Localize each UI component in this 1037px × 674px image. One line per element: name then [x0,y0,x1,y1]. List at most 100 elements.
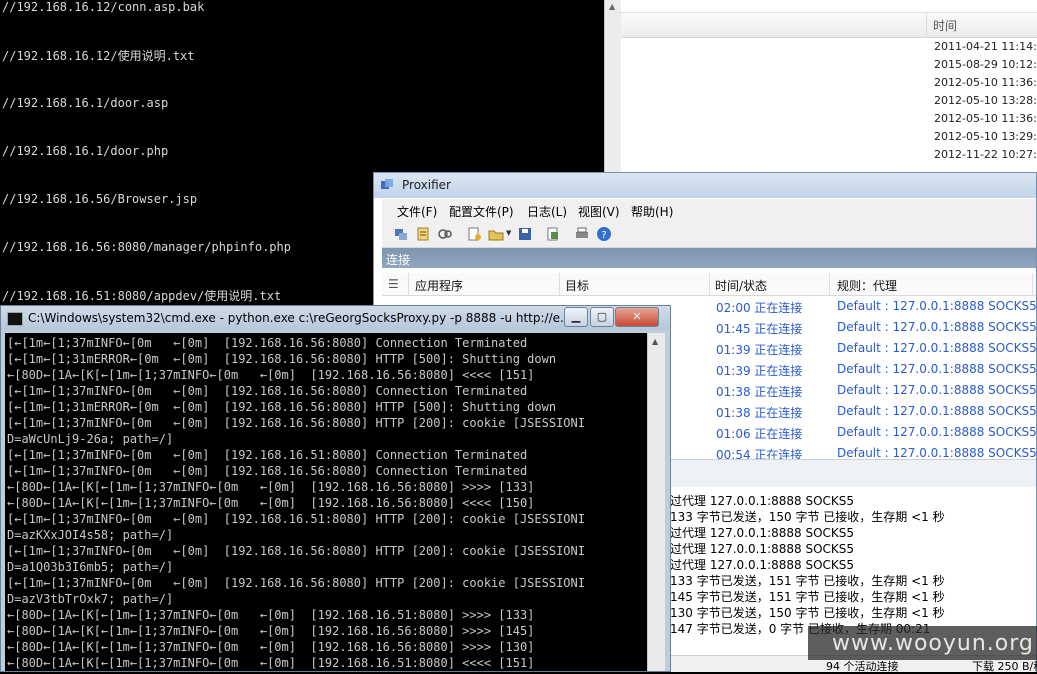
log-line: 关闭，145 字节已发送，151 字节 已接收，生存期 <1 秒 [634,590,945,604]
menu-help[interactable]: 帮助(H) [631,203,673,220]
file-timestamp: 2015-08-29 10:12:39 [934,58,1037,71]
file-timestamp: 2012-05-10 13:28:31 [934,94,1037,107]
console-line: //192.168.16.51:8080/appdev/使用说明.txt [2,289,282,303]
menu-file[interactable]: 文件(F) [397,203,437,220]
connection-rule: Default : 127.0.0.1:8888 SOCKS5 [837,425,1036,439]
menu-profile[interactable]: 配置文件(P) [449,203,514,220]
console-line: [←[1m←[1;37mINFO←[0m ←[0m] [192.168.16.5… [7,416,585,430]
console-line: [←[1m←[1;37mINFO←[0m ←[0m] [192.168.16.5… [7,448,528,462]
console-line: ←[80D←[1A←[K[←[1m←[1;37mINFO←[0m ←[0m] [… [7,640,535,654]
log-icon[interactable] [415,226,431,242]
column-separator [1032,273,1033,295]
cmd-scrollbar[interactable]: ▲ [648,333,665,671]
proxy-settings-icon[interactable] [545,226,561,242]
connection-rule: Default : 127.0.0.1:8888 SOCKS5 [837,341,1036,355]
column-rule-proxy[interactable]: 规则：代理 [837,277,897,294]
connection-status: 01:38 正在连接 [716,406,803,420]
console-line: [←[1m←[1;37mINFO←[0m ←[0m] [192.168.16.5… [7,512,585,526]
connections-grid-header: ☰ 应用程序 目标 时间/状态 规则：代理 [382,273,1036,296]
proxifier-titlebar[interactable]: Proxifier [374,173,1036,198]
open-profile-icon[interactable] [488,226,504,242]
cmd-app-icon [7,312,23,326]
console-line: D=aWcUnLj9-26a; path=/] [7,432,174,446]
connection-rule: Default : 127.0.0.1:8888 SOCKS5 [837,404,1036,418]
scroll-up-icon[interactable]: ▲ [652,337,658,346]
connection-status: 01:39 正在连接 [716,343,803,357]
print-icon[interactable] [574,226,590,242]
log-line: 关闭，133 字节已发送，150 字节 已接收，生存期 <1 秒 [634,510,945,524]
console-line: //192.168.16.1/door.php [2,144,169,158]
column-separator [709,273,710,295]
watermark: www.wooyun.org [808,626,1037,660]
connection-status: 02:00 正在连接 [716,301,803,315]
grid-menu-icon[interactable]: ☰ [388,277,399,291]
close-button[interactable]: ✕ [615,307,659,327]
connections-icon[interactable] [393,226,409,242]
console-line: //192.168.16.12/使用说明.txt [2,49,195,63]
console-line: D=azV3tbTrOxk7; path=/] [7,592,174,606]
console-line: [←[1m←[1;37mINFO←[0m ←[0m] [192.168.16.5… [7,336,528,350]
new-profile-icon[interactable] [466,226,482,242]
traffic-icon[interactable] [437,226,453,242]
connection-rule: Default : 127.0.0.1:8888 SOCKS5 [837,299,1036,313]
console-line: //192.168.16.56:8080/manager/phpinfo.php [2,240,291,254]
console-line: ←[80D←[1A←[K[←[1m←[1;37mINFO←[0m ←[0m] [… [7,608,535,622]
column-header-bar: 时间 [621,12,1037,38]
column-separator [408,273,409,295]
file-timestamp: 2011-04-21 11:14:16 [934,40,1037,53]
console-line: ←[80D←[1A←[K[←[1m←[1;37mINFO←[0m ←[0m] [… [7,624,535,638]
console-line: //192.168.16.1/door.asp [2,96,169,110]
toolbar: ▼ ? [382,221,1036,248]
column-target[interactable]: 目标 [565,277,589,294]
column-separator [559,273,560,295]
cmd-window: C:\Windows\system32\cmd.exe - python.exe… [0,305,671,672]
connection-status: 01:06 正在连接 [716,427,803,441]
console-line: D=a1Q03b3I6mb5; path=/] [7,560,174,574]
console-line: [←[1m←[1;37mINFO←[0m ←[0m] [192.168.16.5… [7,544,585,558]
dropdown-arrow-icon[interactable]: ▼ [506,229,511,237]
help-icon[interactable]: ? [596,226,612,242]
watermark-text: www.wooyun.org [832,631,1034,656]
console-line: ←[80D←[1A←[K[←[1m←[1;37mINFO←[0m ←[0m] [… [7,656,535,670]
console-line: D=azKXxJOI4s58; path=/] [7,528,174,542]
menu-view[interactable]: 视图(V) [578,203,620,220]
file-timestamp: 2012-05-10 11:36:16 [934,112,1037,125]
column-separator [829,273,830,295]
connection-status: 01:38 正在连接 [716,385,803,399]
connection-rule: Default : 127.0.0.1:8888 SOCKS5 [837,446,1036,459]
cmd-window-title: C:\Windows\system32\cmd.exe - python.exe… [28,311,572,325]
console-line: [←[1m←[1;31mERROR←[0m ←[0m] [192.168.16.… [7,352,557,366]
section-label: 连接 [386,253,411,267]
console-line: //192.168.16.56/Browser.jsp [2,192,198,206]
connection-status: 01:39 正在连接 [716,364,803,378]
menu-log[interactable]: 日志(L) [527,203,567,220]
cmd-titlebar[interactable]: C:\Windows\system32\cmd.exe - python.exe… [1,306,670,330]
connection-status: 00:54 正在连接 [716,448,803,459]
maximize-button[interactable]: ▢ [590,307,614,327]
scroll-up-icon[interactable]: ▲ [609,2,615,11]
console-line: ←[80D←[1A←[K[←[1m←[1;37mINFO←[0m ←[0m] [… [7,496,535,510]
file-timestamp: 2012-05-10 11:36:12 [934,76,1037,89]
column-time-status[interactable]: 时间/状态 [715,277,767,294]
save-icon[interactable] [517,226,533,242]
console-output[interactable]: [←[1m←[1;37mINFO←[0m ←[0m] [192.168.16.5… [5,333,647,671]
console-line: [←[1m←[1;37mINFO←[0m ←[0m] [192.168.16.5… [7,576,585,590]
column-separator [926,13,927,37]
column-application[interactable]: 应用程序 [415,277,463,294]
log-line: 关闭，133 字节已发送，151 字节 已接收，生存期 <1 秒 [634,574,945,588]
log-line: 关闭，130 字节已发送，150 字节 已接收，生存期 <1 秒 [634,606,945,620]
minimize-button[interactable]: ▁ [564,307,588,327]
connection-status: 01:45 正在连接 [716,322,803,336]
console-line: ←[80D←[1A←[K[←[1m←[1;37mINFO←[0m ←[0m] [… [7,368,535,382]
svg-text:?: ? [601,230,606,241]
proxifier-app-icon [381,179,393,189]
connection-rule: Default : 127.0.0.1:8888 SOCKS5 [837,383,1036,397]
console-line: [←[1m←[1;37mINFO←[0m ←[0m] [192.168.16.5… [7,384,528,398]
connection-rule: Default : 127.0.0.1:8888 SOCKS5 [837,362,1036,376]
connection-rule: Default : 127.0.0.1:8888 SOCKS5 [837,320,1036,334]
console-line: ←[80D←[1A←[K[←[1m←[1;37mINFO←[0m ←[0m] [… [7,480,535,494]
window-title: Proxifier [402,178,451,192]
column-header-time[interactable]: 时间 [933,17,957,34]
file-timestamp: 2012-11-22 10:27:03 [934,148,1037,161]
console-line: [←[1m←[1;31mERROR←[0m ←[0m] [192.168.16.… [7,400,557,414]
